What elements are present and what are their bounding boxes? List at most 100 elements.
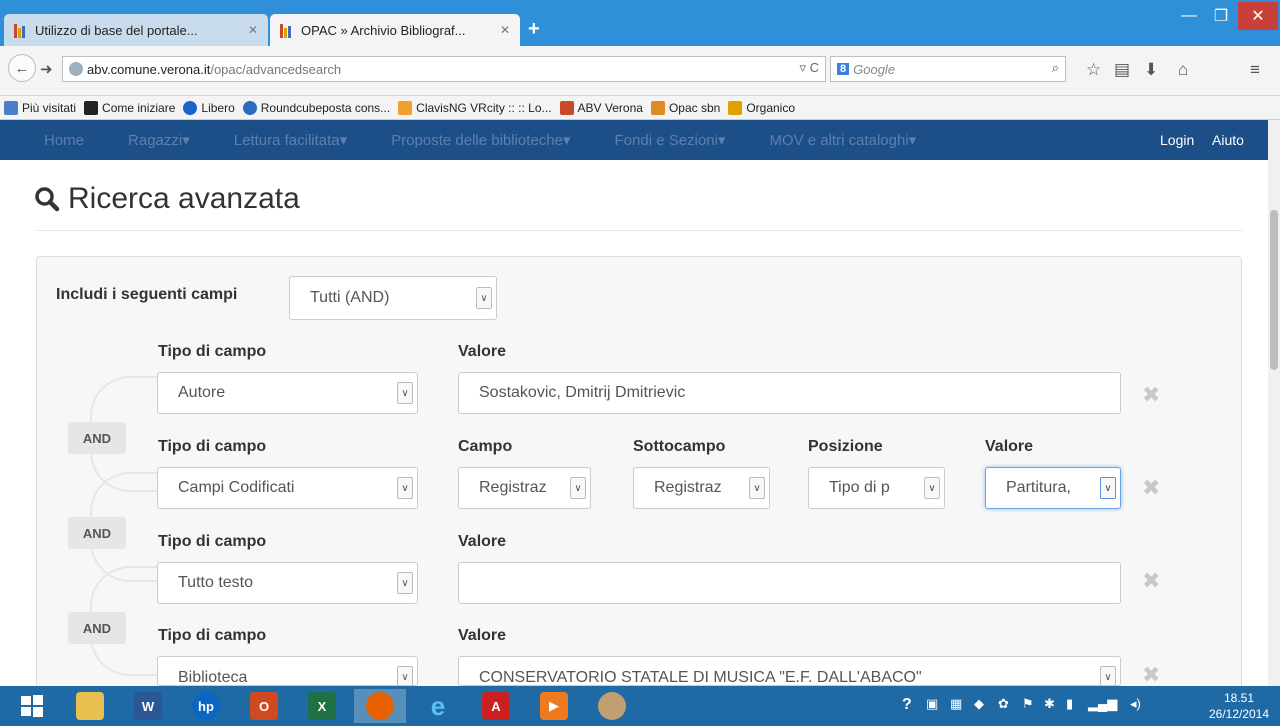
biblioteca-select[interactable]: CONSERVATORIO STATALE DI MUSICA "E.F. DA… xyxy=(458,656,1121,686)
reload-icon[interactable]: ▿ C xyxy=(799,60,819,76)
value-input[interactable] xyxy=(458,562,1121,604)
url-bar[interactable]: abv. comune.verona.it/opac/advancedsearch… xyxy=(62,56,826,82)
nav-proposte[interactable]: Proposte delle biblioteche▾ xyxy=(391,131,570,149)
tab-close-icon[interactable]: ✕ xyxy=(248,23,258,37)
help-tray-icon[interactable]: ? xyxy=(902,696,912,714)
forward-button[interactable]: ➜ xyxy=(40,60,53,78)
hp-icon[interactable]: hp xyxy=(180,689,232,723)
download-icon[interactable]: ⬇ xyxy=(1144,60,1158,80)
campo-select[interactable]: Registraz ∨ xyxy=(458,467,591,509)
bookmark-label: ClavisNG VRcity :: :: Lo... xyxy=(416,100,552,115)
word-icon[interactable]: W xyxy=(122,689,174,723)
tab-utilizzo[interactable]: Utilizzo di base del portale... ✕ xyxy=(4,14,268,46)
volume-icon[interactable]: ◂) xyxy=(1130,696,1141,712)
nav-home[interactable]: Home xyxy=(44,132,84,149)
bookmark-item[interactable]: Libero xyxy=(183,100,235,115)
bluetooth-icon[interactable]: ✱ xyxy=(1044,696,1055,712)
help-link[interactable]: Aiuto xyxy=(1212,132,1244,148)
remove-row-icon[interactable]: ✖ xyxy=(1142,382,1160,408)
new-tab-button[interactable]: + xyxy=(528,18,540,41)
excel-icon[interactable]: X xyxy=(296,689,348,723)
field-type-value: Tutto testo xyxy=(178,574,253,591)
firefox-m-icon xyxy=(84,100,99,115)
page-scrollbar[interactable] xyxy=(1268,120,1280,686)
bookmark-item[interactable]: ClavisNG VRcity :: :: Lo... xyxy=(398,100,552,115)
tray-app-icon[interactable]: ▦ xyxy=(950,696,962,712)
nav-lettura-facilitata[interactable]: Lettura facilitata▾ xyxy=(234,131,347,149)
bookmark-item[interactable]: Come iniziare xyxy=(84,100,175,115)
file-explorer-icon[interactable] xyxy=(64,689,116,723)
and-operator-button[interactable]: AND xyxy=(68,422,126,454)
bookmark-item[interactable]: Più visitati xyxy=(4,100,76,115)
most-visited-icon xyxy=(4,100,18,115)
bookmark-item[interactable]: ABV Verona xyxy=(559,100,643,115)
system-clock[interactable]: 18.51 26/12/2014 xyxy=(1200,690,1278,722)
tray-app-icon[interactable]: ◆ xyxy=(974,696,984,712)
posizione-value: Tipo di p xyxy=(829,479,890,496)
network-icon[interactable]: ▂▄▆ xyxy=(1088,696,1117,712)
tab-opac[interactable]: OPAC » Archivio Bibliograf... ✕ xyxy=(270,14,520,46)
action-center-icon[interactable]: ⚑ xyxy=(1022,696,1034,712)
sottocampo-select[interactable]: Registraz ∨ xyxy=(633,467,770,509)
bookmark-item[interactable]: Roundcubeposta cons... xyxy=(242,100,390,115)
field-type-label: Tipo di campo xyxy=(158,343,267,360)
search-icon xyxy=(35,187,60,212)
tray-app-icon[interactable]: ✿ xyxy=(998,696,1009,712)
value-select[interactable]: Partitura, ∨ xyxy=(985,467,1121,509)
scrollbar-thumb[interactable] xyxy=(1270,210,1278,370)
value-label: Valore xyxy=(458,343,507,360)
bookmark-item[interactable]: Organico xyxy=(728,100,795,115)
include-fields-select[interactable]: Tutti (AND) ∨ xyxy=(289,276,497,320)
bookmark-star-icon[interactable]: ☆ xyxy=(1086,60,1101,80)
abv-icon xyxy=(559,100,574,115)
firefox-icon[interactable] xyxy=(354,689,406,723)
office-icon[interactable]: O xyxy=(238,689,290,723)
remove-row-icon[interactable]: ✖ xyxy=(1142,662,1160,688)
back-button[interactable]: ← xyxy=(8,54,36,82)
field-type-select[interactable]: Biblioteca ∨ xyxy=(157,656,418,686)
value-text: CONSERVATORIO STATALE DI MUSICA "E.F. DA… xyxy=(479,669,922,686)
app-icon[interactable] xyxy=(586,689,638,723)
battery-icon[interactable]: ▮ xyxy=(1066,696,1073,712)
windows-start-icon[interactable] xyxy=(6,689,58,723)
menu-icon[interactable]: ≡ xyxy=(1250,60,1260,80)
posizione-select[interactable]: Tipo di p ∨ xyxy=(808,467,945,509)
tab-close-icon[interactable]: ✕ xyxy=(500,23,510,37)
field-type-select[interactable]: Tutto testo ∨ xyxy=(157,562,418,604)
search-placeholder: Google xyxy=(853,61,896,77)
acrobat-icon[interactable]: A xyxy=(470,689,522,723)
remove-row-icon[interactable]: ✖ xyxy=(1142,475,1160,501)
opac-sbn-icon xyxy=(650,100,665,115)
reading-list-icon[interactable]: ▤ xyxy=(1114,60,1130,80)
home-icon[interactable]: ⌂ xyxy=(1178,60,1188,80)
chevron-down-icon: ∨ xyxy=(924,477,940,499)
nav-ragazzi[interactable]: Ragazzi▾ xyxy=(128,131,190,149)
media-player-icon[interactable]: ▶ xyxy=(528,689,580,723)
tray-app-icon[interactable]: ▣ xyxy=(926,696,938,712)
close-window-button[interactable]: ✕ xyxy=(1238,2,1278,30)
minimize-button[interactable]: — xyxy=(1174,2,1204,30)
field-type-label: Tipo di campo xyxy=(158,438,267,455)
value-input[interactable]: Sostakovic, Dmitrij Dmitrievic xyxy=(458,372,1121,414)
abv-favicon-icon xyxy=(280,23,295,38)
field-type-select[interactable]: Autore ∨ xyxy=(157,372,418,414)
search-icon[interactable]: ⌕ xyxy=(1052,60,1059,76)
login-link[interactable]: Login xyxy=(1160,132,1194,148)
field-type-select[interactable]: Campi Codificati ∨ xyxy=(157,467,418,509)
field-type-value: Biblioteca xyxy=(178,669,248,686)
field-type-label: Tipo di campo xyxy=(158,627,267,644)
chevron-down-icon: ∨ xyxy=(397,572,413,594)
search-bar[interactable]: 8 Google ⌕ xyxy=(830,56,1066,82)
internet-explorer-icon[interactable]: e xyxy=(412,689,464,723)
include-fields-value: Tutti (AND) xyxy=(310,289,390,306)
and-operator-button[interactable]: AND xyxy=(68,517,126,549)
search-engine-icon[interactable]: 8 xyxy=(837,63,850,75)
nav-fondi-sezioni[interactable]: Fondi e Sezioni▾ xyxy=(615,131,726,149)
bookmark-item[interactable]: Opac sbn xyxy=(650,100,720,115)
maximize-button[interactable]: ❐ xyxy=(1206,2,1236,30)
back-arrow-icon: ← xyxy=(14,59,30,77)
and-operator-button[interactable]: AND xyxy=(68,612,126,644)
bookmark-label: Libero xyxy=(201,100,235,115)
nav-mov-cataloghi[interactable]: MOV e altri cataloghi▾ xyxy=(769,131,916,149)
remove-row-icon[interactable]: ✖ xyxy=(1142,568,1160,594)
